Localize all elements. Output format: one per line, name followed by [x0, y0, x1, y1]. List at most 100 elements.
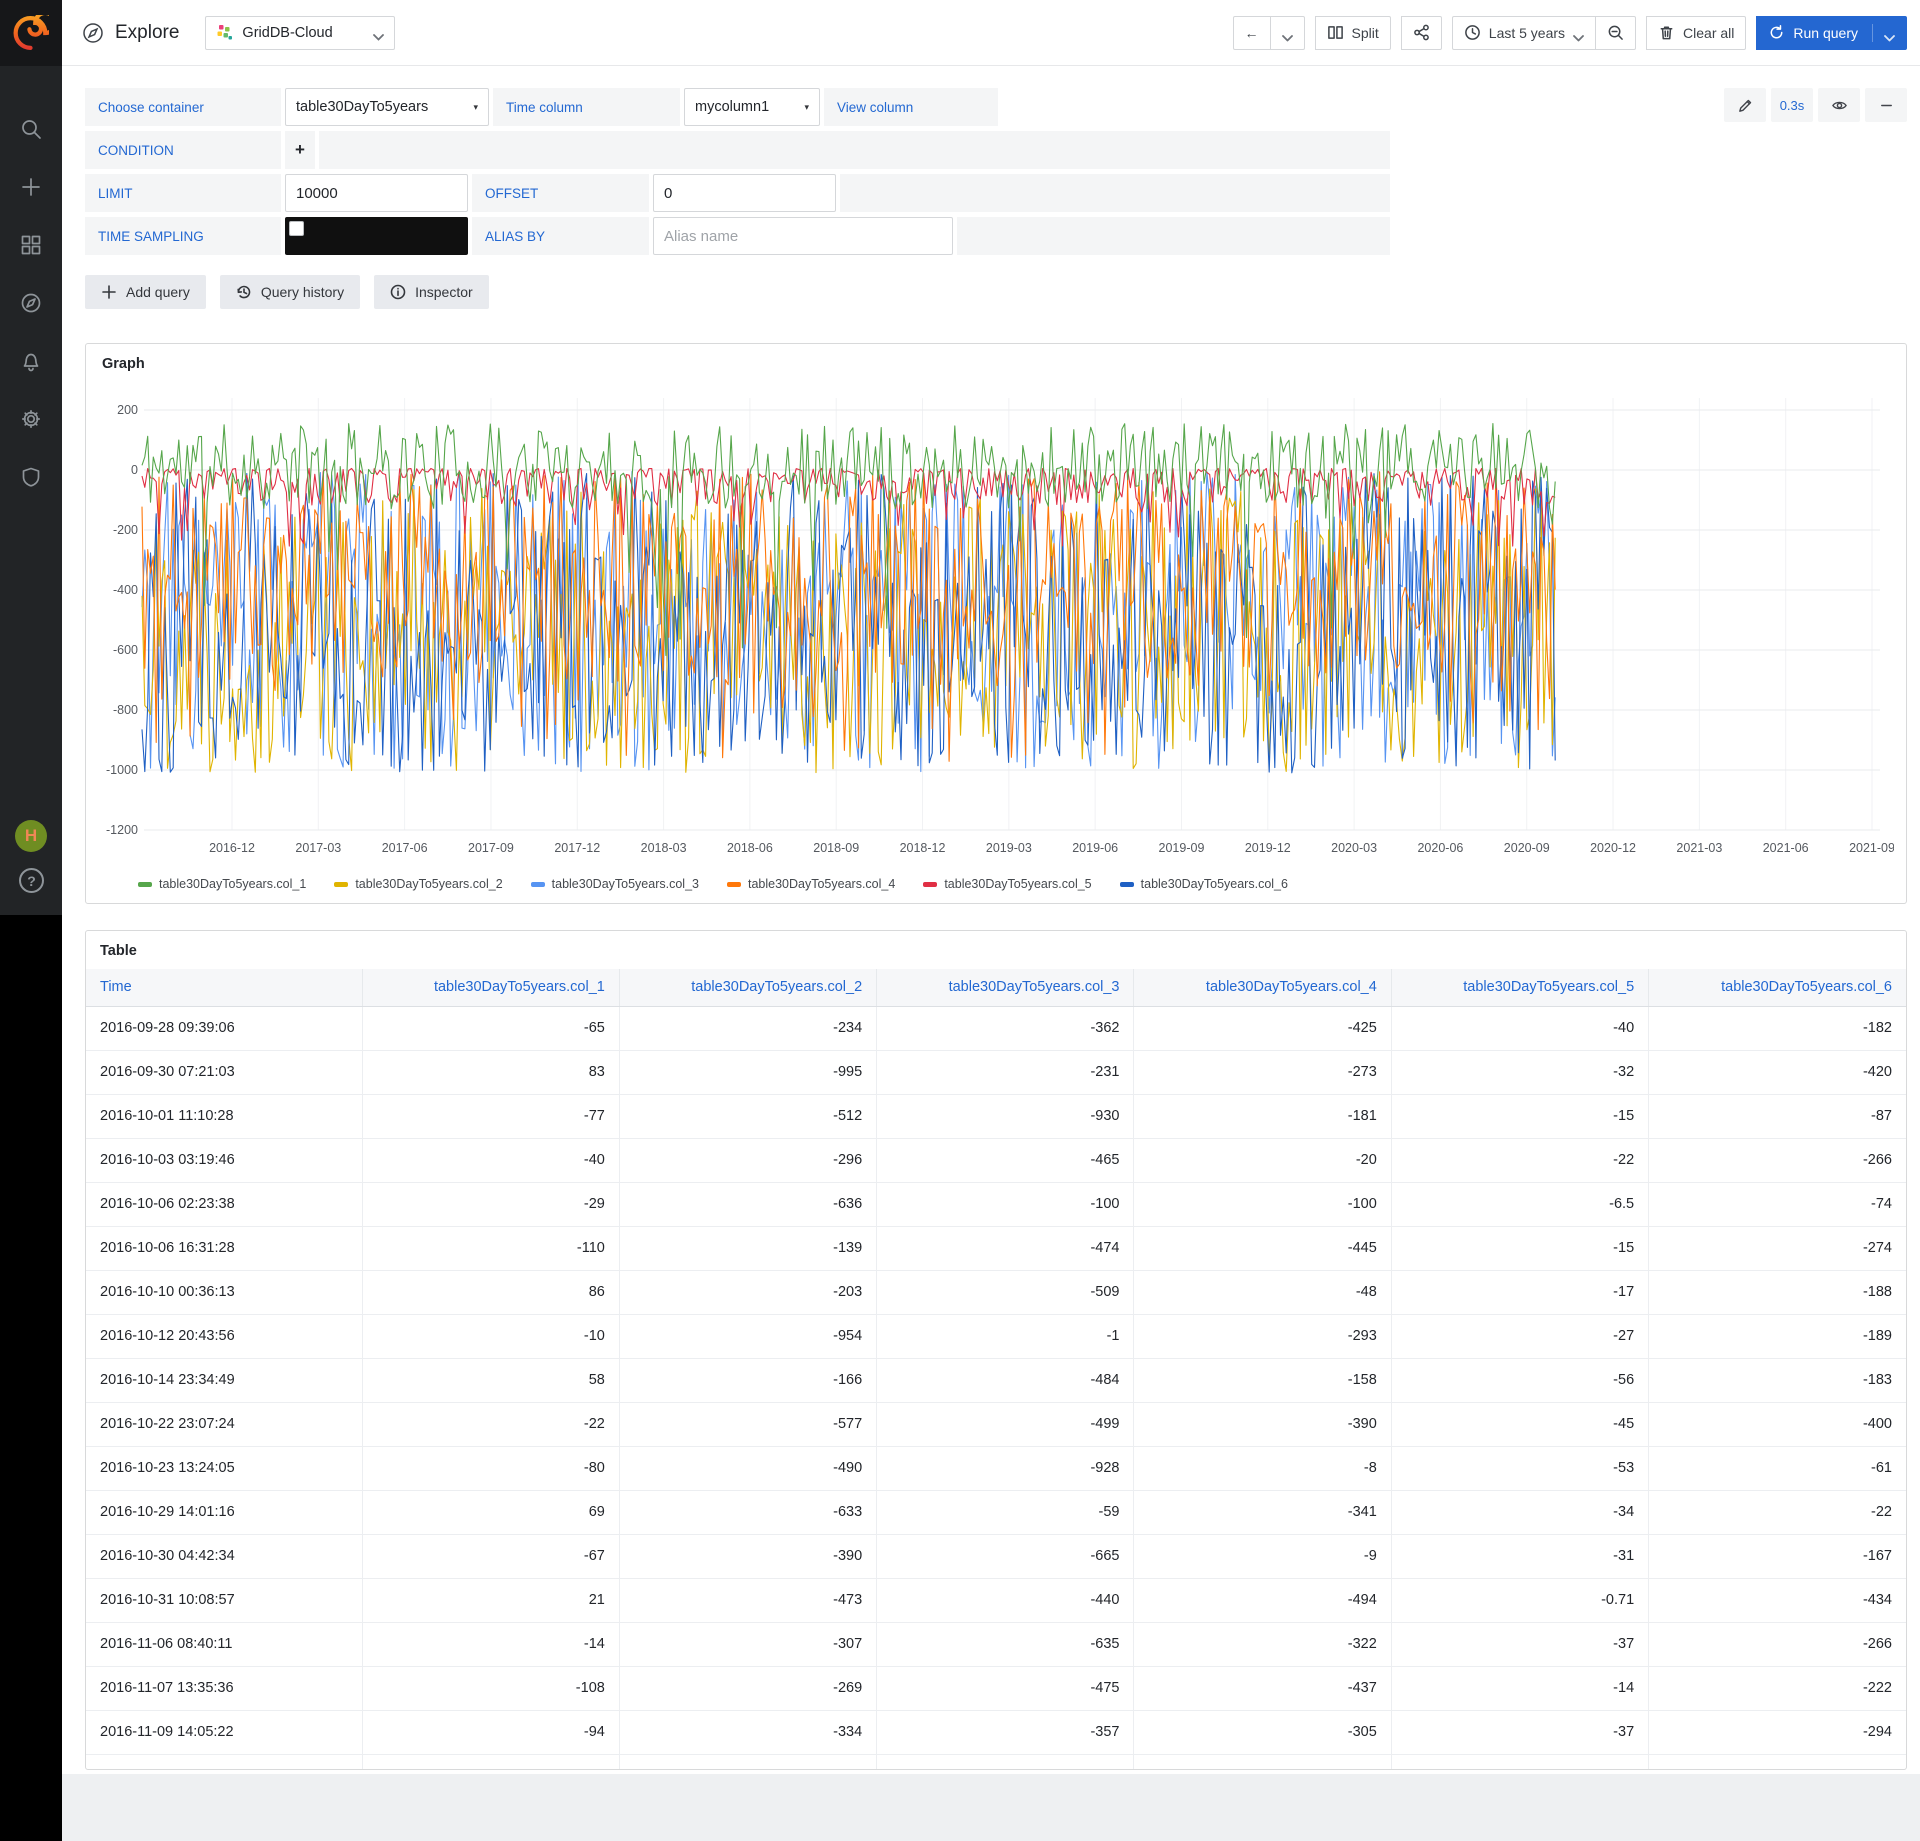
time-sampling-toggle[interactable] [285, 217, 468, 255]
edit-query-button[interactable] [1724, 88, 1766, 122]
split-columns-icon [1327, 24, 1344, 41]
toggle-query-visibility-button[interactable] [1818, 88, 1860, 122]
grafana-logo[interactable] [0, 0, 62, 66]
query-history-button[interactable]: Query history [220, 275, 360, 309]
time-sampling-checkbox[interactable] [289, 221, 304, 236]
datasource-picker[interactable]: GridDB-Cloud [205, 16, 395, 50]
share-icon [1413, 24, 1430, 41]
back-button[interactable]: ← [1233, 16, 1271, 50]
legend-item[interactable]: table30DayTo5years.col_3 [531, 877, 699, 891]
cell-value: -473 [619, 1578, 876, 1622]
cell-value: -475 [877, 1666, 1134, 1710]
cell-value: -10 [362, 1314, 619, 1358]
cell-value: -322 [1134, 1622, 1391, 1666]
x-axis-tick-label: 2017-12 [554, 841, 600, 855]
plus-icon[interactable] [20, 176, 42, 203]
help-icon[interactable]: ? [19, 868, 44, 893]
time-column-label-cell: Time column [493, 88, 680, 126]
cell-value: -32 [1391, 1050, 1648, 1094]
column-header-time[interactable]: Time [86, 969, 362, 1006]
table-row: 2016-10-01 11:10:28-77-512-930-181-15-87 [86, 1094, 1906, 1138]
y-axis-tick-label: -800 [113, 703, 138, 717]
dashboards-icon[interactable] [20, 234, 42, 261]
cell-value: -27 [1391, 1314, 1648, 1358]
cell-value: -390 [619, 1534, 876, 1578]
cell-value: -45 [1391, 1402, 1648, 1446]
clear-all-label: Clear all [1683, 25, 1734, 41]
grafana-explore-app: H ? Explore GridDB-Cloud [0, 0, 1920, 1841]
cell-value: -9 [1134, 1534, 1391, 1578]
legend-series-label: table30DayTo5years.col_3 [552, 877, 699, 891]
x-axis-tick-label: 2019-06 [1072, 841, 1118, 855]
cell-time: 2016-11-09 14:05:22 [86, 1710, 362, 1754]
clear-all-button[interactable]: Clear all [1646, 16, 1746, 50]
column-header[interactable]: table30DayTo5years.col_2 [619, 969, 876, 1006]
cell-value: -22 [362, 1402, 619, 1446]
limit-empty-area [840, 174, 1390, 212]
time-column-select[interactable]: mycolumn1 ▾ [684, 88, 820, 126]
back-options-button[interactable] [1271, 16, 1305, 50]
cell-value: -53 [1391, 1446, 1648, 1490]
run-query-button[interactable]: Run query [1756, 16, 1907, 50]
choose-container-label-cell: Choose container [85, 88, 281, 126]
clock-icon [1464, 24, 1481, 41]
view-column-label-cell: View column [824, 88, 998, 126]
legend-series-swatch [1120, 882, 1134, 887]
table-row: 2016-10-31 10:08:5721-473-440-494-0.71-4… [86, 1578, 1906, 1622]
alias-input[interactable] [653, 217, 953, 255]
alerting-bell-icon[interactable] [20, 350, 42, 377]
time-range-button[interactable]: Last 5 years [1452, 16, 1596, 50]
column-header[interactable]: table30DayTo5years.col_1 [362, 969, 619, 1006]
table-row: 2016-10-14 23:34:4958-166-484-158-56-183 [86, 1358, 1906, 1402]
legend-series-label: table30DayTo5years.col_4 [748, 877, 895, 891]
table-row: 2016-10-06 02:23:38-29-636-100-100-6.5-7… [86, 1182, 1906, 1226]
cell-value: -56 [1391, 1358, 1648, 1402]
cell-time: 2016-10-06 02:23:38 [86, 1182, 362, 1226]
y-axis-tick-label: 0 [131, 463, 138, 477]
user-avatar[interactable]: H [15, 820, 47, 852]
cell-value: -65 [362, 1006, 619, 1050]
cell-value: -100 [877, 1182, 1134, 1226]
legend-item[interactable]: table30DayTo5years.col_6 [1120, 877, 1288, 891]
column-header[interactable]: table30DayTo5years.col_6 [1649, 969, 1906, 1006]
column-header[interactable]: table30DayTo5years.col_4 [1134, 969, 1391, 1006]
x-axis-tick-label: 2020-09 [1504, 841, 1550, 855]
chevron-down-icon[interactable] [1884, 29, 1895, 36]
y-axis-tick-label: -200 [113, 523, 138, 537]
remove-query-button[interactable] [1865, 88, 1907, 122]
share-button[interactable] [1401, 16, 1442, 50]
explore-compass-icon[interactable] [20, 292, 42, 319]
cell-time: 2016-10-30 04:42:34 [86, 1534, 362, 1578]
legend-item[interactable]: table30DayTo5years.col_2 [334, 877, 502, 891]
add-query-button[interactable]: Add query [85, 275, 206, 309]
table-row: 2016-11-09 14:05:22-94-334-357-305-37-29… [86, 1710, 1906, 1754]
search-icon[interactable] [20, 118, 42, 145]
history-icon [236, 284, 252, 300]
split-button[interactable]: Split [1315, 16, 1391, 50]
chart-legend: table30DayTo5years.col_1 table30DayTo5yea… [98, 869, 1894, 897]
configuration-gear-icon[interactable] [20, 408, 42, 435]
legend-item[interactable]: table30DayTo5years.col_4 [727, 877, 895, 891]
offset-input[interactable] [653, 174, 836, 212]
view-column-empty-area[interactable] [1002, 88, 1390, 126]
limit-input[interactable] [285, 174, 468, 212]
cell-value: -29 [362, 1182, 619, 1226]
timeseries-chart[interactable]: 2016-122017-032017-062017-092017-122018-… [98, 382, 1894, 864]
container-select[interactable]: table30DayTo5years ▾ [285, 88, 489, 126]
add-condition-button[interactable]: + [285, 131, 315, 169]
table-row: 2016-10-03 03:19:46-40-296-465-20-22-266 [86, 1138, 1906, 1182]
zoom-out-time-button[interactable] [1596, 16, 1636, 50]
time-column-label: Time column [506, 100, 583, 115]
legend-series-label: table30DayTo5years.col_5 [944, 877, 1091, 891]
cell-time: 2016-10-06 16:31:28 [86, 1226, 362, 1270]
cell-value: -167 [1649, 1534, 1906, 1578]
column-header[interactable]: table30DayTo5years.col_3 [877, 969, 1134, 1006]
server-admin-shield-icon[interactable] [20, 466, 42, 493]
legend-item[interactable]: table30DayTo5years.col_1 [138, 877, 306, 891]
legend-item[interactable]: table30DayTo5years.col_5 [923, 877, 1091, 891]
table-row: 2016-09-28 09:39:06-65-234-362-425-40-18… [86, 1006, 1906, 1050]
column-header[interactable]: table30DayTo5years.col_5 [1391, 969, 1648, 1006]
table-row: 2016-10-10 00:36:1386-203-509-48-17-188 [86, 1270, 1906, 1314]
inspector-button[interactable]: Inspector [374, 275, 489, 309]
condition-empty-area [319, 131, 1390, 169]
